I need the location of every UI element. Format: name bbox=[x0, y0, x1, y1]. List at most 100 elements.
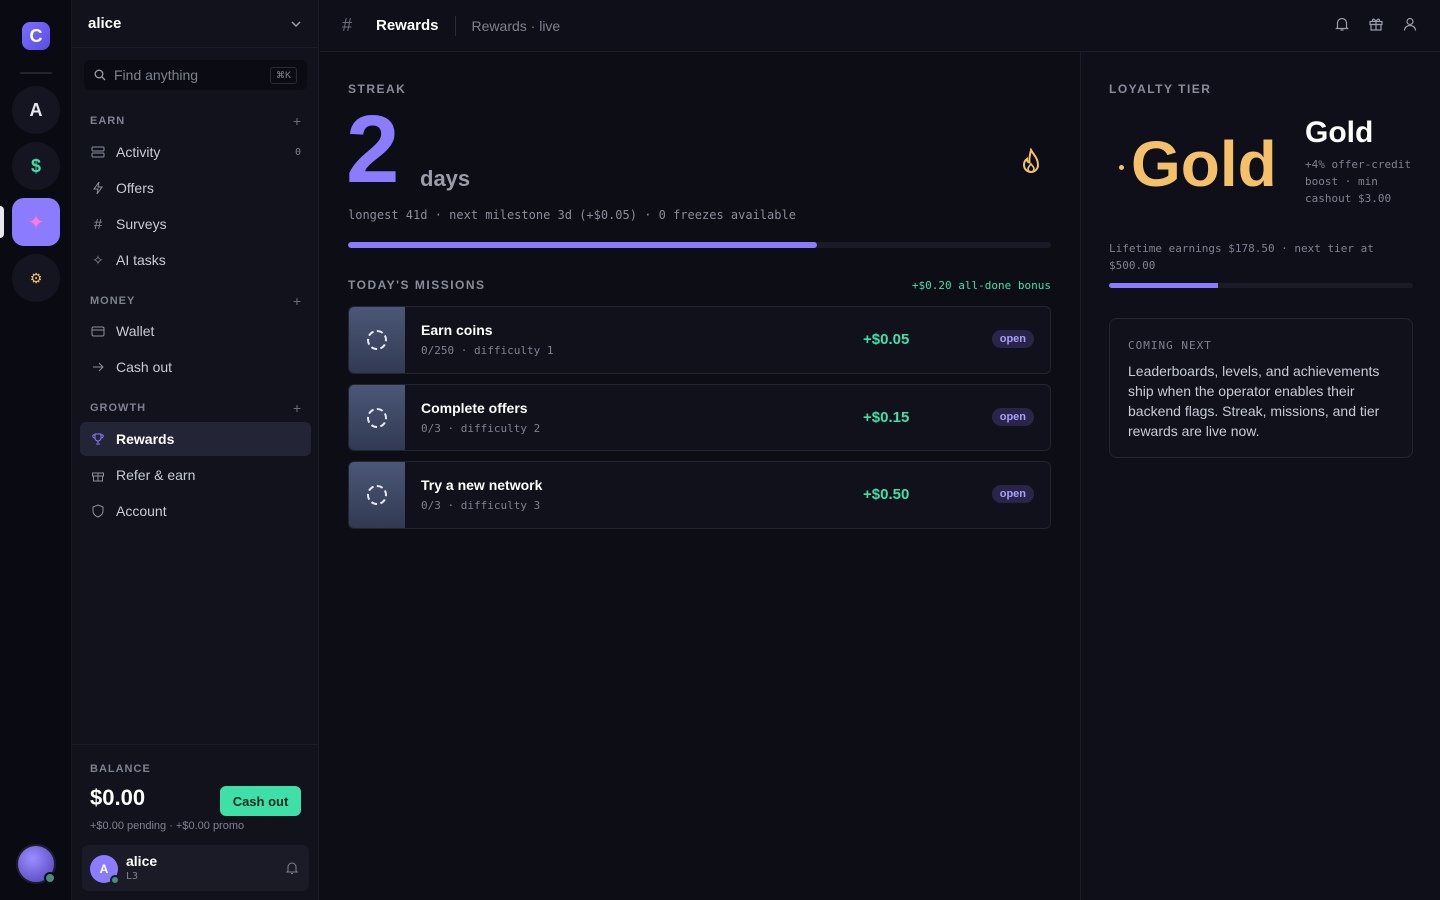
add-earn-icon[interactable]: + bbox=[293, 113, 301, 129]
add-money-icon[interactable]: + bbox=[293, 293, 301, 309]
app-logo[interactable]: C bbox=[22, 22, 50, 50]
bolt-icon bbox=[90, 180, 106, 196]
sidebar-item-label: AI tasks bbox=[116, 252, 166, 268]
gift-icon[interactable] bbox=[1368, 16, 1384, 32]
workspace-rail: C A $ ✦ ⚙ bbox=[0, 0, 72, 900]
mission-progress: 0/250 · difficulty 1 bbox=[421, 344, 554, 357]
sidebar-item-refer[interactable]: Refer & earn bbox=[80, 458, 311, 492]
mission-thumbnail bbox=[349, 307, 405, 373]
activity-icon bbox=[90, 144, 106, 160]
sidebar-item-cash-out[interactable]: Cash out bbox=[80, 350, 311, 384]
mission-progress: 0/3 · difficulty 2 bbox=[421, 422, 541, 435]
sidebar-item-offers[interactable]: Offers bbox=[80, 171, 311, 205]
mission-thumbnail bbox=[349, 462, 405, 528]
sidebar-item-ai-tasks[interactable]: ✧ AI tasks bbox=[80, 243, 311, 277]
balance-panel: BALANCE $0.00 Cash out +$0.00 pending · … bbox=[72, 744, 319, 900]
missions-bonus: +$0.20 all-done bonus bbox=[911, 279, 1051, 292]
section-earn-label: EARN bbox=[90, 115, 126, 127]
user-name: alice bbox=[126, 853, 158, 869]
user-icon[interactable] bbox=[1402, 16, 1418, 32]
streak-progress-fill bbox=[348, 242, 817, 248]
gift-icon bbox=[90, 467, 106, 483]
balance-breakdown: +$0.00 pending · +$0.00 promo bbox=[90, 820, 245, 832]
sidebar-item-wallet[interactable]: Wallet bbox=[80, 314, 311, 348]
online-status-dot bbox=[44, 872, 56, 884]
wallet-icon bbox=[90, 323, 106, 339]
workspace-gear[interactable]: ⚙ bbox=[12, 254, 60, 302]
streak-meta: longest 41d · next milestone 3d (+$0.05)… bbox=[348, 208, 796, 222]
search-shortcut: ⌘K bbox=[269, 66, 297, 84]
streak-count: 2 bbox=[346, 96, 400, 203]
streak-progress-bar bbox=[348, 242, 1051, 248]
tier-title: Gold bbox=[1305, 116, 1374, 149]
section-growth: GROWTH + bbox=[90, 400, 301, 416]
workspace-dollar[interactable]: $ bbox=[12, 142, 60, 190]
mission-card[interactable]: Earn coins 0/250 · difficulty 1 +$0.05 o… bbox=[348, 306, 1051, 374]
hash-icon: # bbox=[93, 215, 103, 233]
sidebar-item-label: Cash out bbox=[116, 359, 173, 375]
sidebar: alice Find anything ⌘K EARN + Activity 0… bbox=[72, 0, 319, 900]
arrow-right-icon bbox=[90, 359, 106, 375]
shield-icon bbox=[90, 503, 106, 519]
sidebar-item-account[interactable]: Account bbox=[80, 494, 311, 528]
mission-reward: +$0.15 bbox=[863, 409, 910, 426]
status-badge: open bbox=[991, 330, 1034, 348]
chevron-down-icon bbox=[291, 20, 301, 27]
mission-title: Complete offers bbox=[421, 400, 528, 416]
sidebar-item-label: Refer & earn bbox=[116, 467, 196, 483]
trophy-icon bbox=[90, 431, 106, 447]
workspace-a[interactable]: A bbox=[12, 86, 60, 134]
mission-title: Try a new network bbox=[421, 477, 543, 493]
avatar: A bbox=[90, 855, 120, 885]
section-earn: EARN + bbox=[90, 113, 301, 129]
sidebar-item-label: Offers bbox=[116, 180, 154, 196]
profile-avatar[interactable] bbox=[16, 844, 56, 884]
search-input[interactable]: Find anything ⌘K bbox=[84, 60, 307, 90]
balance-label: BALANCE bbox=[90, 763, 151, 775]
mission-progress: 0/3 · difficulty 3 bbox=[421, 499, 541, 512]
user-card[interactable]: A alice L3 bbox=[82, 845, 309, 891]
streak-unit: days bbox=[420, 166, 471, 191]
workspace-name: alice bbox=[88, 15, 122, 32]
lifetime-earnings: Lifetime earnings $178.50 · next tier at… bbox=[1109, 242, 1374, 272]
top-bar: # Rewards Rewards · live bbox=[320, 0, 1440, 52]
activity-count: 0 bbox=[294, 146, 301, 158]
sidebar-item-label: Wallet bbox=[116, 323, 155, 339]
sidebar-item-rewards[interactable]: Rewards bbox=[80, 422, 311, 456]
add-growth-icon[interactable]: + bbox=[293, 400, 301, 416]
top-bar-tools bbox=[1334, 16, 1418, 32]
section-growth-label: GROWTH bbox=[90, 402, 147, 414]
active-workspace-indicator bbox=[0, 206, 4, 238]
sidebar-item-surveys[interactable]: # Surveys bbox=[80, 207, 311, 241]
page-title: Rewards bbox=[376, 17, 439, 34]
bell-icon[interactable] bbox=[285, 861, 299, 875]
bell-icon[interactable] bbox=[1334, 16, 1350, 32]
avatar-initial: A bbox=[99, 862, 109, 876]
sidebar-item-label: Account bbox=[116, 503, 167, 519]
mission-card[interactable]: Try a new network 0/3 · difficulty 3 +$0… bbox=[348, 461, 1051, 529]
tier-heading: LOYALTY TIER bbox=[1109, 82, 1212, 96]
tier-badge: Gold bbox=[1131, 128, 1277, 200]
main-content: STREAK 2 days longest 41d · next milesto… bbox=[320, 52, 1080, 900]
pending-circle-icon bbox=[367, 407, 387, 428]
user-level: L3 bbox=[126, 871, 139, 882]
tier-dot bbox=[1119, 165, 1124, 170]
search-icon bbox=[94, 69, 106, 81]
sidebar-item-activity[interactable]: Activity 0 bbox=[80, 135, 311, 169]
cash-out-button[interactable]: Cash out bbox=[220, 786, 301, 816]
coming-next-card: COMING NEXT Leaderboards, levels, and ac… bbox=[1109, 318, 1413, 458]
missions-heading: TODAY'S MISSIONS bbox=[348, 278, 486, 292]
workspace-switcher[interactable]: alice bbox=[72, 0, 318, 48]
pending-circle-icon bbox=[367, 330, 387, 350]
sidebar-item-label: Surveys bbox=[116, 216, 167, 232]
mission-thumbnail bbox=[349, 385, 405, 450]
section-money: MONEY + bbox=[90, 293, 301, 309]
section-money-label: MONEY bbox=[90, 295, 136, 307]
workspace-a-label: A bbox=[29, 99, 43, 120]
workspace-sparkle[interactable]: ✦ bbox=[12, 198, 60, 246]
pending-circle-icon bbox=[367, 485, 387, 505]
coming-next-body: Leaderboards, levels, and achievements s… bbox=[1128, 363, 1380, 439]
online-status-dot bbox=[110, 875, 120, 885]
hash-icon: # bbox=[342, 15, 353, 35]
mission-card[interactable]: Complete offers 0/3 · difficulty 2 +$0.1… bbox=[348, 384, 1051, 451]
